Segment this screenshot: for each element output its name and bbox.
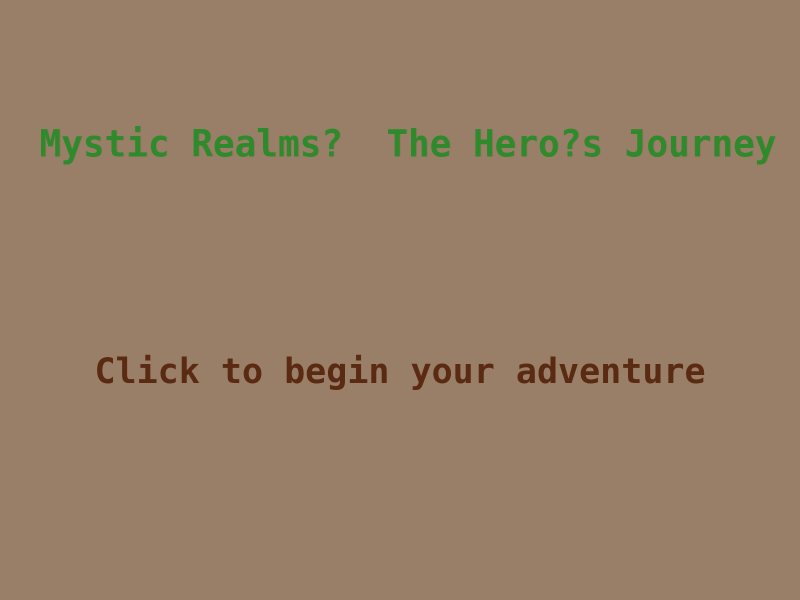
title-screen[interactable]: Mystic Realms? The Hero?s Journey Click …: [0, 0, 800, 600]
game-title: Mystic Realms? The Hero?s Journey: [39, 122, 777, 166]
start-prompt[interactable]: Click to begin your adventure: [0, 350, 800, 394]
